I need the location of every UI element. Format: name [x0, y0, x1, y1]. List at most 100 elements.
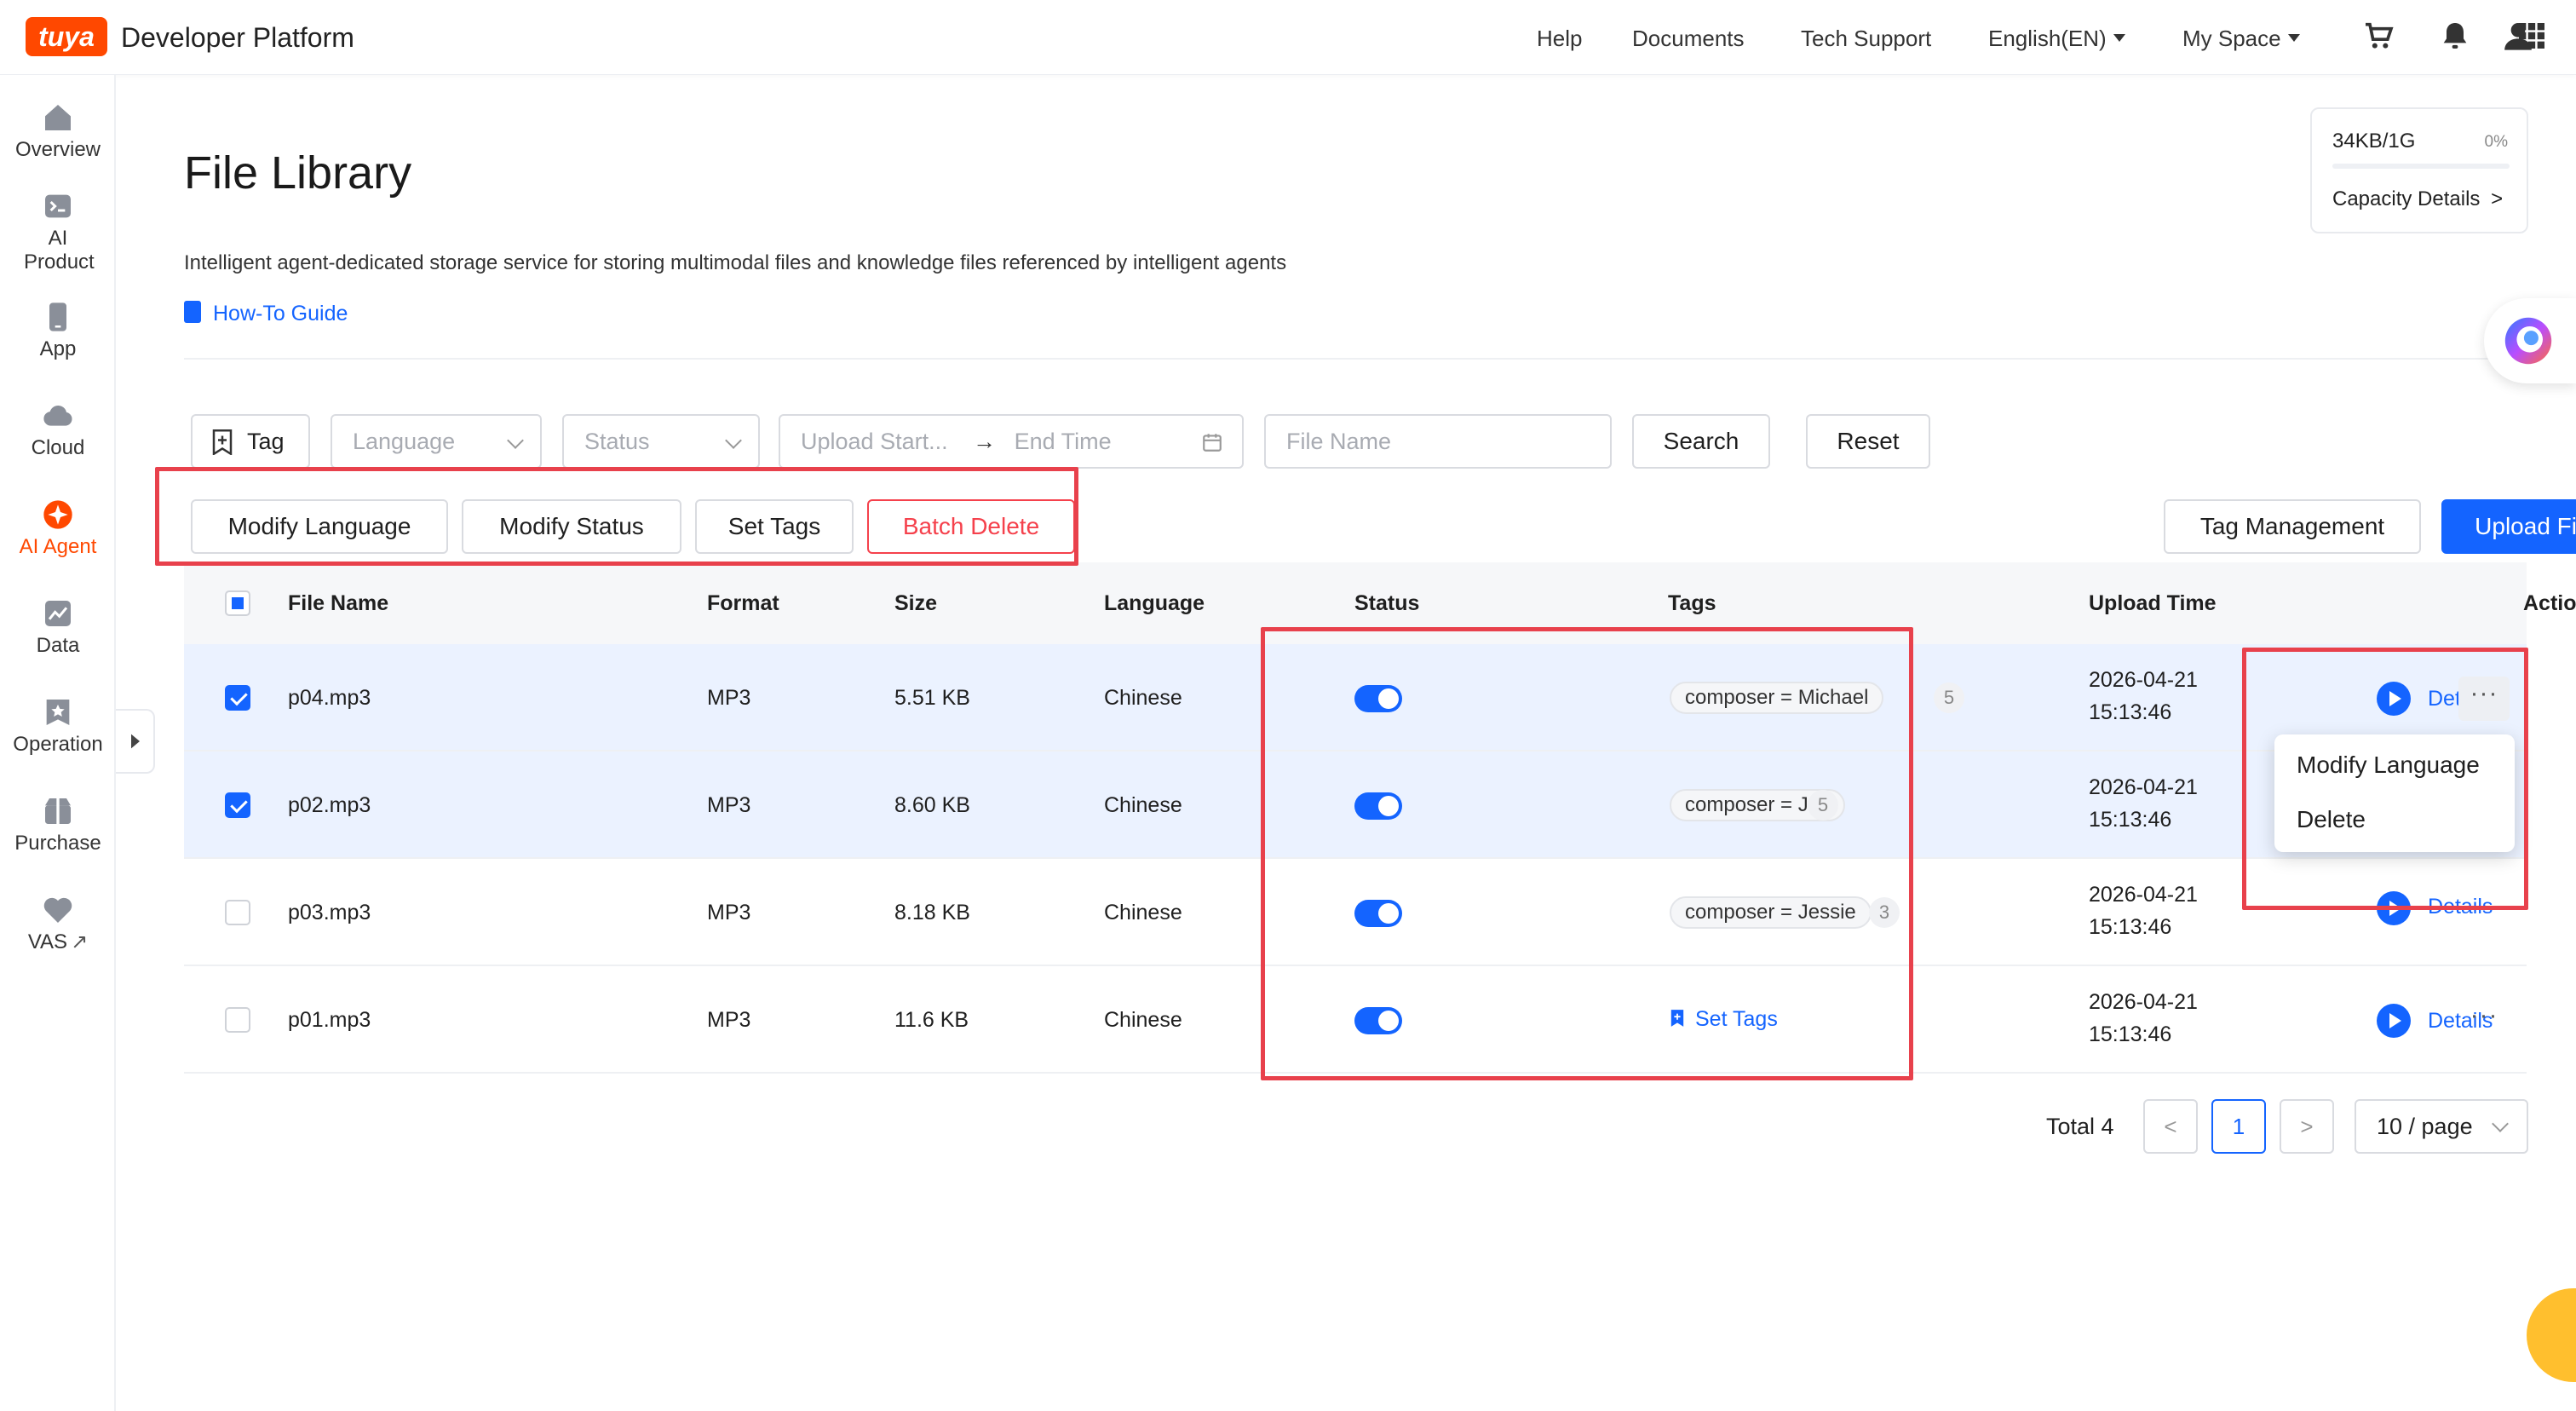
page-size-label: 10 / page	[2377, 1114, 2473, 1139]
menu-item-modify-language[interactable]: Modify Language	[2297, 748, 2480, 782]
sidebar-item-overview[interactable]: Overview	[0, 101, 116, 162]
how-to-guide-link[interactable]: How-To Guide	[184, 298, 348, 329]
caret-down-icon	[2287, 33, 2300, 42]
account-icon[interactable]	[2501, 19, 2535, 53]
pagination-next-button[interactable]: >	[2280, 1099, 2334, 1154]
sidebar-collapse-button[interactable]	[116, 709, 155, 774]
end-time-input[interactable]: End Time	[1015, 429, 1112, 454]
upload-start-input[interactable]: Upload Start...	[801, 429, 948, 454]
format-cell: MP3	[707, 901, 751, 924]
capacity-percent: 0%	[2484, 133, 2508, 151]
row-checkbox[interactable]	[225, 900, 250, 925]
play-audio-icon[interactable]	[2377, 682, 2411, 716]
modify-status-button[interactable]: Modify Status	[462, 499, 681, 554]
more-actions-button[interactable]: ···	[2458, 890, 2510, 934]
pagination-page-1[interactable]: 1	[2211, 1099, 2266, 1154]
cart-icon[interactable]	[2361, 19, 2395, 53]
phone-icon	[49, 302, 66, 331]
capacity-used: 34KB/1G	[2332, 130, 2416, 153]
column-header-tags: Tags	[1668, 591, 1716, 615]
page-size-select[interactable]: 10 / page	[2355, 1099, 2528, 1154]
status-toggle[interactable]	[1354, 900, 1402, 927]
sidebar-item-cloud[interactable]: Cloud	[0, 399, 116, 460]
tag-count-badge[interactable]: 3	[1869, 897, 1900, 928]
tuya-logo[interactable]: tuya	[26, 17, 107, 56]
set-tags-link[interactable]: Set Tags	[1670, 1004, 1778, 1034]
column-header-actions: Actions	[2523, 591, 2576, 615]
sidebar-item-ai-product[interactable]: AI Product	[0, 189, 116, 274]
status-select[interactable]: Status	[562, 414, 760, 469]
nav-tech-support[interactable]: Tech Support	[1801, 22, 1931, 55]
status-toggle[interactable]	[1354, 685, 1402, 712]
top-bar: tuya Developer Platform Help Documents T…	[0, 0, 2576, 75]
toggle-knob	[1378, 688, 1399, 709]
select-all-checkbox[interactable]	[225, 590, 250, 616]
table-row[interactable]: p03.mp3 MP3 8.18 KB Chinese composer = J…	[184, 859, 2527, 966]
status-toggle[interactable]	[1354, 1007, 1402, 1034]
upload-file-button[interactable]: Upload File	[2441, 499, 2576, 554]
column-header-file-name: File Name	[288, 591, 389, 615]
language-label: English(EN)	[1988, 26, 2107, 51]
external-link-icon: ↗	[71, 930, 89, 953]
tag-count-badge[interactable]: 5	[1808, 790, 1838, 821]
upload-time: 15:13:46	[2089, 915, 2172, 939]
row-checkbox[interactable]	[225, 685, 250, 711]
chevron-down-icon	[2492, 1115, 2509, 1132]
capacity-details-link[interactable]: Capacity Details >	[2332, 184, 2503, 215]
nav-documents[interactable]: Documents	[1632, 22, 1745, 55]
calendar-icon	[1203, 434, 1222, 452]
home-icon	[45, 105, 71, 130]
upload-time-range-picker[interactable]: Upload Start... → End Time	[779, 414, 1244, 469]
modify-language-button[interactable]: Modify Language	[191, 499, 448, 554]
sidebar-item-label: AI Product	[24, 227, 95, 274]
pagination-prev-button[interactable]: <	[2143, 1099, 2198, 1154]
toggle-knob	[1378, 796, 1399, 816]
my-space-menu[interactable]: My Space	[2182, 22, 2300, 55]
upload-time: 15:13:46	[2089, 808, 2172, 832]
platform-title[interactable]: Developer Platform	[121, 19, 354, 56]
tag-bookmark-icon	[212, 429, 233, 455]
upload-date: 2026-04-21	[2089, 990, 2198, 1014]
column-header-upload-time: Upload Time	[2089, 591, 2217, 615]
batch-delete-button[interactable]: Batch Delete	[867, 499, 1075, 554]
table-row[interactable]: p02.mp3 MP3 8.60 KB Chinese composer = J…	[184, 752, 2527, 859]
file-name-input[interactable]: File Name	[1264, 414, 1612, 469]
table-row[interactable]: p01.mp3 MP3 11.6 KB Chinese Set Tags 202…	[184, 966, 2527, 1074]
row-checkbox[interactable]	[225, 792, 250, 818]
ai-assistant-button[interactable]	[2484, 298, 2576, 383]
menu-item-delete[interactable]: Delete	[2297, 803, 2366, 837]
set-tags-button[interactable]: Set Tags	[695, 499, 854, 554]
language-selector[interactable]: English(EN)	[1988, 22, 2125, 55]
sidebar-item-ai-agent[interactable]: AI Agent	[0, 498, 116, 559]
play-audio-icon[interactable]	[2377, 891, 2411, 925]
sidebar-item-operation[interactable]: Operation	[0, 695, 116, 757]
language-select[interactable]: Language	[331, 414, 542, 469]
more-actions-button[interactable]: ···	[2458, 999, 2510, 1043]
tag-count-badge[interactable]: 5	[1934, 682, 1964, 713]
reset-button[interactable]: Reset	[1806, 414, 1930, 469]
language-cell: Chinese	[1104, 901, 1182, 924]
toggle-knob	[1378, 903, 1399, 924]
table-row[interactable]: p04.mp3 MP3 5.51 KB Chinese composer = M…	[184, 644, 2527, 752]
tag-management-button[interactable]: Tag Management	[2164, 499, 2421, 554]
status-toggle[interactable]	[1354, 792, 1402, 820]
nav-help[interactable]: Help	[1537, 22, 1582, 55]
more-actions-button[interactable]: ···	[2458, 677, 2510, 721]
file-name-cell: p03.mp3	[288, 901, 371, 924]
row-checkbox[interactable]	[225, 1007, 250, 1033]
mascot-helper-icon[interactable]	[2527, 1288, 2576, 1382]
sidebar-item-vas[interactable]: VAS ↗	[0, 893, 116, 954]
sidebar-item-data[interactable]: Data	[0, 596, 116, 658]
sidebar-item-purchase[interactable]: Purchase	[0, 794, 116, 855]
sidebar-item-app[interactable]: App	[0, 300, 116, 361]
search-button[interactable]: Search	[1632, 414, 1770, 469]
column-header-size: Size	[894, 591, 938, 615]
sidebar-item-label: VAS	[27, 930, 68, 953]
heart-icon	[43, 897, 72, 923]
tag-filter-button[interactable]: Tag	[191, 414, 310, 469]
status-select-placeholder: Status	[584, 429, 650, 454]
bell-icon[interactable]	[2438, 19, 2472, 53]
sidebar-item-label: App	[39, 337, 77, 360]
page-title: File Library	[184, 147, 412, 199]
play-audio-icon[interactable]	[2377, 1004, 2411, 1038]
